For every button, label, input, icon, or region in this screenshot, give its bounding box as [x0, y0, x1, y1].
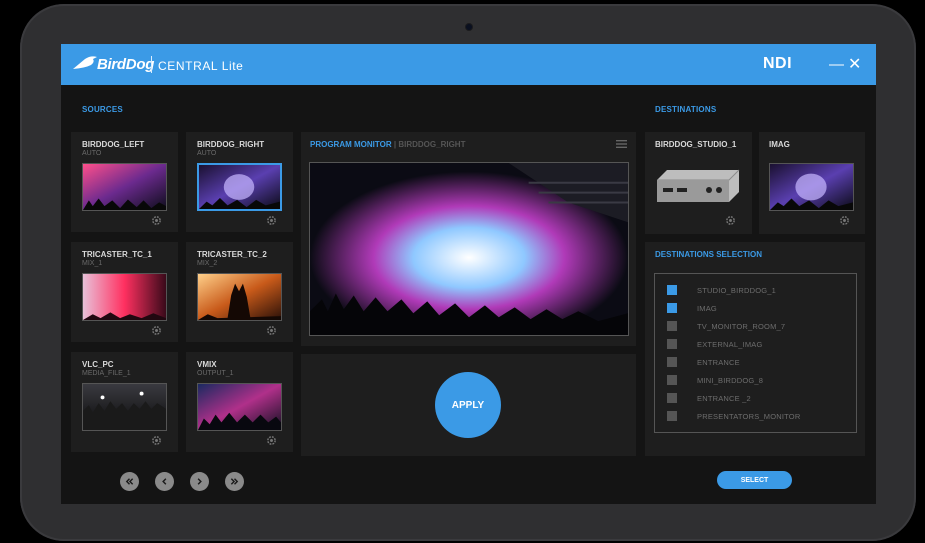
- ndi-logo: NDI: [763, 55, 793, 72]
- program-monitor-source: BIRDDOG_RIGHT: [398, 140, 466, 149]
- destination-name: IMAG: [769, 140, 790, 149]
- destination-label: STUDIO_BIRDDOG_1: [697, 285, 777, 295]
- apply-panel: APPLY: [301, 354, 636, 456]
- gear-icon[interactable]: [266, 215, 277, 226]
- destination-checkbox-row[interactable]: TV_MONITOR_ROOM_7: [667, 320, 785, 332]
- source-name: VMIX: [197, 360, 217, 369]
- source-card-tricaster-tc-1[interactable]: TRICASTER_TC_1 MIX_1: [71, 242, 178, 342]
- studio-device-icon: [657, 169, 740, 202]
- source-sub: MIX_1: [82, 260, 103, 267]
- checkbox-unchecked[interactable]: [667, 393, 677, 403]
- source-thumbnail: [82, 163, 167, 211]
- destination-label: PRESENTATORS_MONITOR: [697, 411, 801, 421]
- product-name: CENTRAL Lite: [158, 59, 244, 73]
- destinations-selection-title: DESTINATIONS SELECTION: [655, 250, 762, 259]
- apply-button[interactable]: APPLY: [435, 372, 501, 438]
- source-card-birddog-left[interactable]: BIRDDOG_LEFT AUTO: [71, 132, 178, 232]
- previous-page-icon[interactable]: [155, 472, 174, 491]
- gear-icon[interactable]: [151, 325, 162, 336]
- checkbox-checked[interactable]: [667, 285, 677, 295]
- source-name: TRICASTER_TC_1: [82, 250, 152, 259]
- brand-divider: [151, 56, 152, 73]
- destinations-list: STUDIO_BIRDDOG_1 IMAG TV_MONITOR_ROOM_7 …: [654, 273, 857, 433]
- program-monitor-panel: PROGRAM MONITOR | BIRDDOG_RIGHT: [301, 132, 636, 346]
- destination-thumbnail: [769, 163, 854, 211]
- checkbox-checked[interactable]: [667, 303, 677, 313]
- program-monitor-label: PROGRAM MONITOR: [310, 140, 392, 149]
- source-thumbnail: [82, 273, 167, 321]
- source-card-birddog-right[interactable]: BIRDDOG_RIGHT AUTO: [186, 132, 293, 232]
- destination-label: ENTRANCE _2: [697, 393, 751, 403]
- destination-checkbox-row[interactable]: EXTERNAL_IMAG: [667, 338, 763, 350]
- select-button[interactable]: SELECT: [717, 471, 792, 489]
- program-monitor-title: PROGRAM MONITOR | BIRDDOG_RIGHT: [310, 140, 465, 149]
- source-card-vlc-pc[interactable]: VLC_PC MEDIA_FILE_1: [71, 352, 178, 452]
- first-page-icon[interactable]: [120, 472, 139, 491]
- source-name: BIRDDOG_LEFT: [82, 140, 145, 149]
- gear-icon[interactable]: [151, 435, 162, 446]
- source-thumbnail-selected: [197, 163, 282, 211]
- program-monitor-preview: [309, 162, 629, 336]
- destination-checkbox-row[interactable]: PRESENTATORS_MONITOR: [667, 410, 800, 422]
- destination-label: ENTRANCE: [697, 357, 740, 367]
- destination-checkbox-row[interactable]: MINI_BIRDDOG_8: [667, 374, 763, 386]
- minimize-icon[interactable]: —: [829, 56, 844, 73]
- last-page-icon[interactable]: [225, 472, 244, 491]
- menu-icon[interactable]: [616, 140, 627, 148]
- source-thumbnail: [82, 383, 167, 431]
- destination-card-birddog-studio-1[interactable]: BIRDDOG_STUDIO_1: [645, 132, 752, 234]
- destinations-selection-panel: DESTINATIONS SELECTION STUDIO_BIRDDOG_1 …: [645, 242, 865, 456]
- source-thumbnail: [197, 383, 282, 431]
- destination-label: MINI_BIRDDOG_8: [697, 375, 764, 385]
- close-icon[interactable]: ✕: [848, 54, 861, 74]
- sources-title: SOURCES: [82, 105, 123, 114]
- next-page-icon[interactable]: [190, 472, 209, 491]
- gear-icon[interactable]: [839, 215, 850, 226]
- gear-icon[interactable]: [266, 435, 277, 446]
- source-sub: MIX_2: [197, 260, 218, 267]
- source-sub: MEDIA_FILE_1: [82, 370, 131, 377]
- destination-label: TV_MONITOR_ROOM_7: [697, 321, 786, 331]
- brand-name: BirdDog: [97, 56, 155, 73]
- gear-icon[interactable]: [266, 325, 277, 336]
- checkbox-unchecked[interactable]: [667, 357, 677, 367]
- checkbox-unchecked[interactable]: [667, 339, 677, 349]
- camera-icon: [466, 24, 472, 30]
- source-thumbnail: [197, 273, 282, 321]
- destination-checkbox-row[interactable]: ENTRANCE: [667, 356, 740, 368]
- source-name: VLC_PC: [82, 360, 114, 369]
- source-sub: OUTPUT_1: [197, 370, 234, 377]
- title-bar: BirdDog CENTRAL Lite NDI — ✕: [61, 44, 876, 85]
- destination-label: IMAG: [697, 303, 717, 313]
- source-card-vmix[interactable]: VMIX OUTPUT_1: [186, 352, 293, 452]
- app-window: BirdDog CENTRAL Lite NDI — ✕ SOURCES DES…: [61, 44, 876, 504]
- source-sub: AUTO: [197, 150, 217, 157]
- gear-icon[interactable]: [151, 215, 162, 226]
- gear-icon[interactable]: [725, 215, 736, 226]
- destination-name: BIRDDOG_STUDIO_1: [655, 140, 737, 149]
- source-name: BIRDDOG_RIGHT: [197, 140, 265, 149]
- destination-checkbox-row[interactable]: ENTRANCE _2: [667, 392, 751, 404]
- source-sub: AUTO: [82, 150, 102, 157]
- destination-card-imag[interactable]: IMAG: [759, 132, 865, 234]
- destinations-title: DESTINATIONS: [655, 105, 717, 114]
- destination-checkbox-row[interactable]: STUDIO_BIRDDOG_1: [667, 284, 776, 296]
- checkbox-unchecked[interactable]: [667, 411, 677, 421]
- checkbox-unchecked[interactable]: [667, 321, 677, 331]
- checkbox-unchecked[interactable]: [667, 375, 677, 385]
- destination-checkbox-row[interactable]: IMAG: [667, 302, 717, 314]
- source-name: TRICASTER_TC_2: [197, 250, 267, 259]
- destination-label: EXTERNAL_IMAG: [697, 339, 763, 349]
- source-card-tricaster-tc-2[interactable]: TRICASTER_TC_2 MIX_2: [186, 242, 293, 342]
